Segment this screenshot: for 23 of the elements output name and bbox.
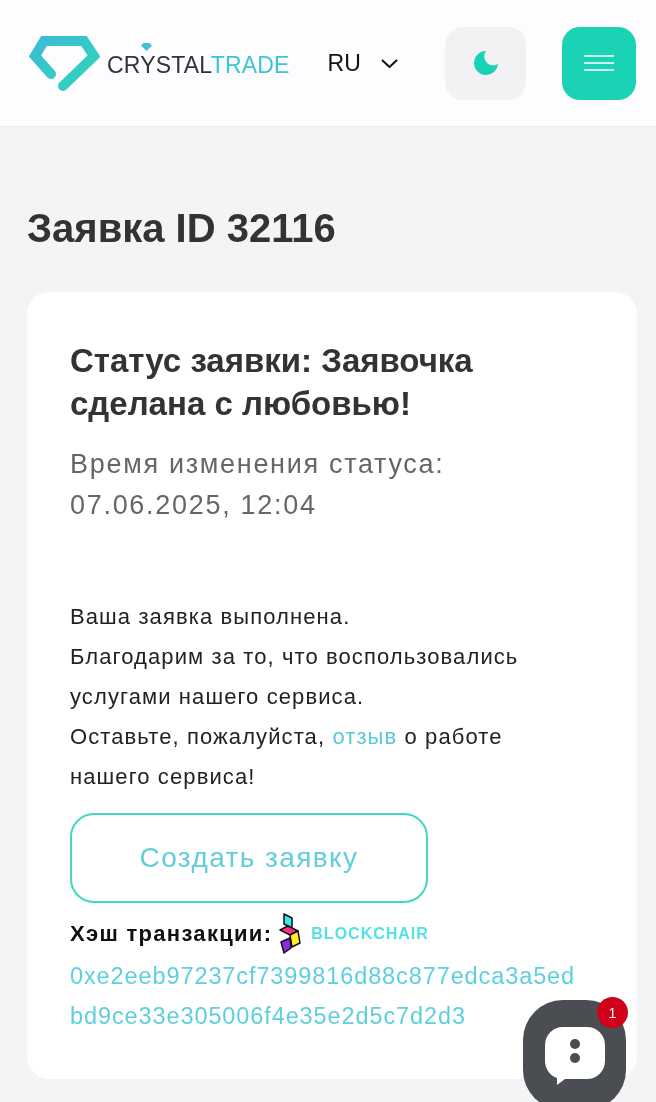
logo-icon [28, 35, 100, 91]
create-order-button[interactable]: Создать заявку [70, 813, 428, 903]
review-link[interactable]: отзыв [332, 724, 398, 749]
moon-icon [472, 50, 499, 76]
explorer-link[interactable]: BLOCKCHAIR [278, 913, 429, 954]
status-title: Статус заявки: Заявочка сделана с любовью! [70, 341, 474, 424]
chat-bubble-icon [544, 1027, 605, 1085]
chevron-down-icon [380, 58, 398, 68]
menu-icon [584, 55, 614, 71]
hash-label: Хэш транзакции: [70, 920, 273, 947]
cube-stack-icon [278, 913, 303, 954]
logo-text: CRYSTALTRADE [107, 56, 290, 74]
gem-icon [141, 43, 152, 51]
message-text: Благодарим за то, что воспользовались услугами нашего сервиса. [70, 643, 520, 711]
status-time-label: Время изменения статуса: [70, 448, 445, 481]
language-select[interactable]: RU [327, 49, 398, 77]
review-request-text: Оставьте, пожалуйста, отзыв о работе нашего сервиса! [70, 723, 504, 791]
page-title: Заявка ID 32116 [27, 205, 337, 252]
message-text: Ваша заявка выполнена. [70, 603, 352, 631]
menu-button[interactable] [562, 26, 636, 100]
chat-widget-button[interactable]: 1 [523, 1000, 626, 1102]
status-time-value: 07.06.2025, 12:04 [70, 489, 317, 522]
theme-toggle-button[interactable] [445, 26, 526, 100]
